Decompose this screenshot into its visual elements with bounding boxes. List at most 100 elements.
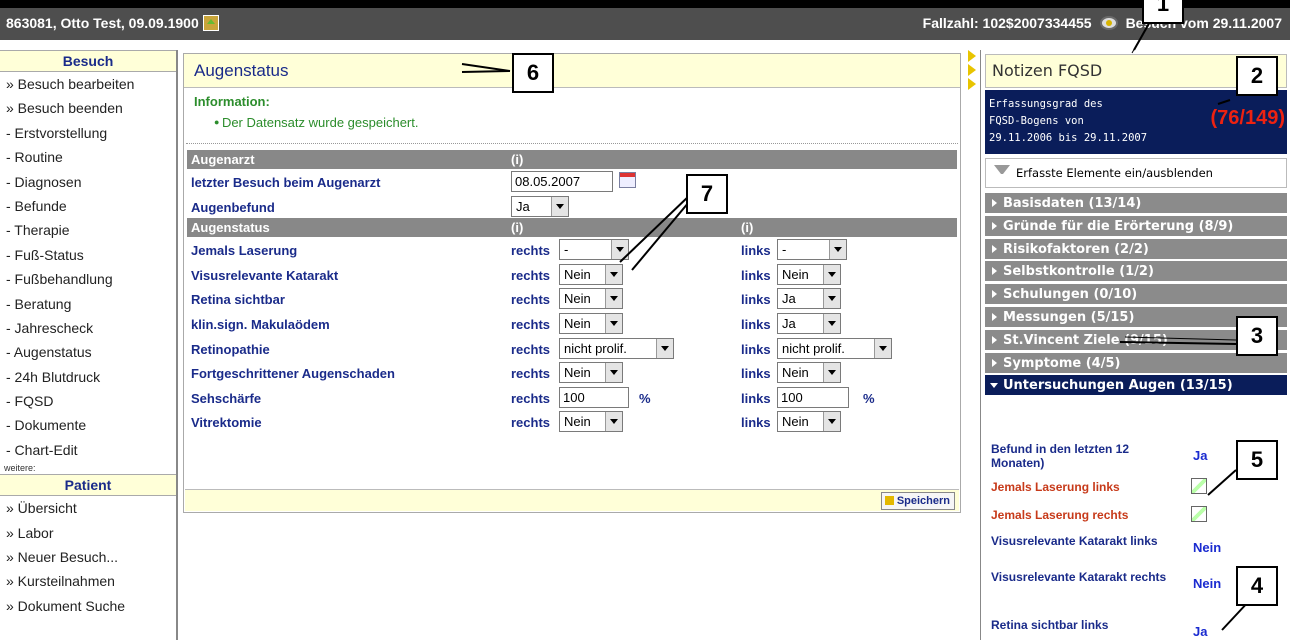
left-label: links bbox=[741, 390, 771, 406]
sidebar-item[interactable]: » Kursteilnahmen bbox=[0, 569, 176, 593]
sidebar-item[interactable]: - Beratung bbox=[0, 292, 176, 316]
sidebar-item[interactable]: - Diagnosen bbox=[0, 170, 176, 194]
patient-info: 863081, Otto Test, 09.09.1900 bbox=[6, 15, 199, 31]
row-last-visit: letzter Besuch beim Augenarzt 08.05.2007 bbox=[187, 169, 957, 194]
sidebar-item[interactable]: - Augenstatus bbox=[0, 340, 176, 364]
eye-row: Retinopathie rechts links nicht prolif. nich… bbox=[187, 336, 957, 361]
sidebar-item[interactable]: » Übersicht bbox=[0, 496, 176, 520]
left-label: links bbox=[741, 415, 771, 431]
left-select[interactable]: - bbox=[777, 239, 847, 261]
category-0[interactable]: Basisdaten (13/14) bbox=[985, 192, 1287, 213]
left-select[interactable]: Ja bbox=[777, 312, 841, 334]
eye-row: Visusrelevante Katarakt rechts links Nein Ne… bbox=[187, 262, 957, 287]
sidebar: Besuch » Besuch bearbeiten» Besuch beend… bbox=[0, 50, 178, 640]
category-1[interactable]: Gründe für die Erörterung (8/9) bbox=[985, 214, 1287, 236]
info-link-right[interactable]: (i) bbox=[511, 218, 523, 237]
eye-icon[interactable] bbox=[1099, 16, 1118, 30]
left-label: links bbox=[741, 267, 771, 283]
left-select[interactable]: Nein bbox=[777, 362, 841, 384]
left-select[interactable]: nicht prolif. bbox=[777, 337, 892, 359]
entry-label: Visusrelevante Katarakt rechts bbox=[991, 570, 1167, 584]
chevron-down-icon bbox=[823, 363, 840, 383]
sidebar-item[interactable]: - Jahrescheck bbox=[0, 316, 176, 340]
right-value-input[interactable]: 100 bbox=[559, 386, 629, 408]
sidebar-item[interactable]: - 24h Blutdruck bbox=[0, 365, 176, 389]
right-select[interactable]: Nein bbox=[559, 312, 623, 334]
sidebar-item[interactable]: » Besuch bearbeiten bbox=[0, 72, 176, 96]
callout-6: 6 bbox=[512, 53, 554, 93]
sidebar-item[interactable]: » Labor bbox=[0, 521, 176, 545]
status-count: (76/149) bbox=[1210, 107, 1286, 129]
page-title: Augenstatus bbox=[184, 54, 960, 88]
sidebar-item[interactable]: - FQSD bbox=[0, 389, 176, 413]
calendar-icon[interactable] bbox=[619, 172, 636, 188]
sidebar-item[interactable]: » Neuer Besuch... bbox=[0, 545, 176, 569]
chevron-down-icon bbox=[656, 338, 673, 358]
row-label: Sehschärfe bbox=[191, 390, 262, 406]
right-label: rechts bbox=[511, 292, 551, 308]
chevron-down-icon bbox=[611, 240, 628, 260]
entry-label: Jemals Laserung links bbox=[991, 480, 1120, 494]
row-label: Fortgeschrittener Augenschaden bbox=[191, 366, 395, 382]
left-value: Nein bbox=[782, 414, 809, 430]
chevron-down-icon bbox=[605, 412, 622, 432]
left-select[interactable]: Nein bbox=[777, 263, 841, 285]
callout-2: 2 bbox=[1236, 56, 1278, 96]
row-label: Retinopathie bbox=[191, 341, 270, 357]
right-value: Nein bbox=[564, 266, 591, 282]
right-select[interactable]: nicht prolif. bbox=[559, 337, 674, 359]
category-2[interactable]: Risikofaktoren (2/2) bbox=[985, 237, 1287, 259]
section-augenstatus: Augenstatus (i) (i) bbox=[187, 218, 957, 238]
right-select[interactable]: - bbox=[559, 239, 629, 261]
save-button[interactable]: Speichern bbox=[880, 492, 955, 510]
left-select[interactable]: Ja bbox=[777, 288, 841, 310]
sidebar-item[interactable]: » Dokument Suche bbox=[0, 594, 176, 618]
right-select[interactable]: Nein bbox=[559, 288, 623, 310]
befund-label: Augenbefund bbox=[191, 199, 275, 215]
left-value-input[interactable]: 100 bbox=[777, 386, 849, 408]
toggle-elements-button[interactable]: Erfasste Elemente ein/ausblenden bbox=[985, 158, 1287, 188]
info-link-left[interactable]: (i) bbox=[741, 218, 753, 237]
right-value: Nein bbox=[564, 315, 591, 331]
info-link[interactable]: (i) bbox=[511, 150, 523, 169]
right-select[interactable]: Nein bbox=[559, 263, 623, 285]
last-visit-label: letzter Besuch beim Augenarzt bbox=[191, 175, 381, 190]
eye-row: klin.sign. Makulaödem rechts links Nein Ja bbox=[187, 311, 957, 336]
left-value: Nein bbox=[782, 365, 809, 381]
panel-collapse-arrows[interactable] bbox=[968, 50, 978, 92]
home-icon[interactable] bbox=[202, 15, 219, 31]
sidebar-more[interactable]: weitere: bbox=[0, 462, 176, 474]
sidebar-item[interactable]: » Besuch beenden bbox=[0, 96, 176, 120]
sidebar-item[interactable]: - Routine bbox=[0, 145, 176, 169]
category-4[interactable]: Schulungen (0/10) bbox=[985, 283, 1287, 305]
left-value: Nein bbox=[782, 266, 809, 282]
sidebar-item[interactable]: - Chart-Edit bbox=[0, 438, 176, 462]
callout-3: 3 bbox=[1236, 316, 1278, 356]
left-value: Ja bbox=[782, 315, 796, 331]
section-label: Augenarzt bbox=[191, 152, 255, 167]
left-value: - bbox=[782, 242, 787, 258]
pencil-icon[interactable] bbox=[1191, 506, 1207, 522]
sidebar-item[interactable]: - Fußbehandlung bbox=[0, 267, 176, 291]
category-3[interactable]: Selbstkontrolle (1/2) bbox=[985, 260, 1287, 282]
right-select[interactable]: Nein bbox=[559, 362, 623, 384]
sidebar-item[interactable]: - Therapie bbox=[0, 218, 176, 242]
sidebar-item[interactable]: - Fuß-Status bbox=[0, 243, 176, 267]
category-8[interactable]: Untersuchungen Augen (13/15) bbox=[985, 374, 1287, 396]
chevron-down-icon bbox=[823, 289, 840, 309]
top-border bbox=[0, 0, 1290, 8]
right-label: rechts bbox=[511, 341, 551, 357]
befund-select[interactable]: Ja bbox=[511, 195, 569, 217]
header-bar: 863081, Otto Test, 09.09.1900 Fallzahl: … bbox=[0, 8, 1290, 40]
entry-value: Ja bbox=[1193, 448, 1208, 463]
sidebar-patient-title: Patient bbox=[0, 474, 176, 497]
sidebar-item[interactable]: - Dokumente bbox=[0, 413, 176, 437]
right-label: rechts bbox=[511, 366, 551, 382]
left-select[interactable]: Nein bbox=[777, 411, 841, 433]
toggle-label: Erfasste Elemente ein/ausblenden bbox=[1016, 166, 1213, 180]
last-visit-input[interactable]: 08.05.2007 bbox=[511, 171, 613, 192]
sidebar-item[interactable]: - Befunde bbox=[0, 194, 176, 218]
sidebar-item[interactable]: - Erstvorstellung bbox=[0, 121, 176, 145]
right-select[interactable]: Nein bbox=[559, 411, 623, 433]
pencil-icon[interactable] bbox=[1191, 478, 1207, 494]
